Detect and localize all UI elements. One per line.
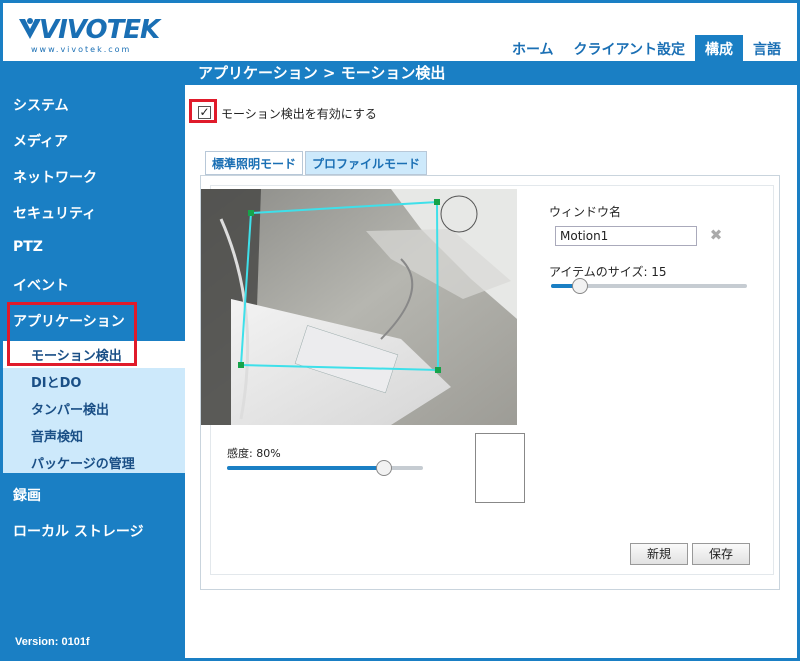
enable-motion-label: モーション検出を有効にする	[221, 107, 377, 121]
nav-client-settings[interactable]: クライアント設定	[564, 35, 695, 61]
motion-window-handle-bl[interactable]	[238, 362, 244, 368]
header: VIVOTEK www.vivotek.com ホーム クライアント設定 構成 …	[3, 3, 797, 61]
sidebar-item-event[interactable]: イベント	[13, 275, 69, 295]
save-button[interactable]: 保存	[692, 543, 750, 565]
nav-language[interactable]: 言語	[743, 35, 791, 61]
sidebar-item-local-storage[interactable]: ローカル ストレージ	[13, 521, 144, 541]
highlight-box-applications	[7, 302, 137, 366]
logo-wordmark: VIVOTEK	[39, 15, 160, 45]
sensitivity-slider-track[interactable]	[227, 466, 423, 470]
camera-view[interactable]	[201, 189, 517, 425]
sidebar-item-system[interactable]: システム	[13, 95, 69, 115]
page-title: アプリケーション > モーション検出	[198, 64, 446, 82]
tab-profile-mode[interactable]: プロファイルモード	[305, 151, 428, 175]
window-name-input[interactable]	[555, 226, 697, 246]
nav-configuration[interactable]: 構成	[695, 35, 743, 61]
sidebar-subitem-di-do[interactable]: DIとDO	[31, 372, 81, 391]
sidebar: システム メディア ネットワーク セキュリティ PTZ イベント アプリケーショ…	[3, 85, 185, 658]
item-size-label: アイテムのサイズ: 15	[549, 265, 667, 279]
motion-window-handle-tr[interactable]	[434, 199, 440, 205]
sidebar-item-ptz[interactable]: PTZ	[13, 239, 43, 255]
motion-window-handle-br[interactable]	[435, 367, 441, 373]
enable-motion-checkbox[interactable]: ✓	[198, 106, 211, 119]
top-navigation: ホーム クライアント設定 構成 言語	[502, 35, 791, 61]
window-name-label: ウィンドウ名	[549, 205, 622, 219]
new-button[interactable]: 新規	[630, 543, 688, 565]
sidebar-item-security[interactable]: セキュリティ	[13, 203, 96, 223]
nav-home[interactable]: ホーム	[502, 35, 564, 61]
version-text: Version: 0101f	[15, 636, 90, 648]
title-band: アプリケーション > モーション検出	[3, 61, 797, 85]
sidebar-subitem-tamper-detection[interactable]: タンパー検出	[31, 399, 109, 418]
motion-window-handle-tl[interactable]	[248, 210, 254, 216]
delete-window-icon[interactable]: ✖	[709, 228, 723, 243]
sidebar-subitem-audio-detection[interactable]: 音声検知	[31, 426, 83, 445]
logo-url: www.vivotek.com	[31, 45, 132, 54]
main-content: ✓ モーション検出を有効にする 標準照明モード プロファイルモード 感度: 80…	[185, 85, 797, 658]
sidebar-item-media[interactable]: メディア	[13, 131, 68, 151]
tab-standard-lighting[interactable]: 標準照明モード	[205, 151, 304, 175]
vivotek-logo: VIVOTEK www.vivotek.com	[17, 11, 167, 57]
motion-level-preview	[475, 433, 525, 503]
sensitivity-slider-thumb[interactable]	[375, 460, 392, 476]
sidebar-item-network[interactable]: ネットワーク	[13, 167, 97, 187]
sidebar-subitem-package-management[interactable]: パッケージの管理	[31, 453, 135, 472]
mode-tabs: 標準照明モード プロファイルモード	[205, 151, 429, 175]
sidebar-item-recording[interactable]: 録画	[13, 485, 41, 505]
sensitivity-slider-fill	[227, 466, 384, 470]
sensitivity-label: 感度: 80%	[227, 447, 281, 460]
